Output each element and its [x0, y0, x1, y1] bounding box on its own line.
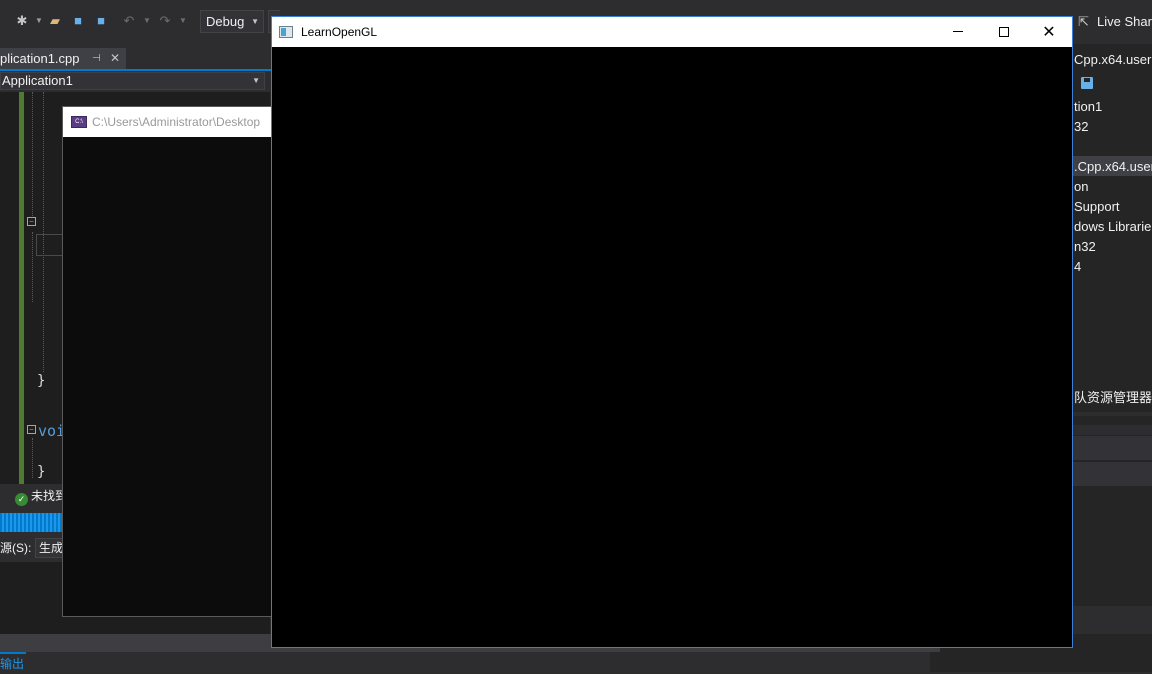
- chevron-down-icon[interactable]: ▼: [35, 16, 43, 25]
- save-icon[interactable]: [1081, 77, 1093, 89]
- tab-team-explorer[interactable]: 队资源管理器: [1074, 387, 1152, 406]
- indent-guide: [32, 232, 33, 302]
- window-title: LearnOpenGL: [301, 25, 378, 39]
- redo-icon[interactable]: ↷: [157, 13, 173, 29]
- chevron-down-icon: ▼: [251, 17, 259, 26]
- explorer-item[interactable]: dows Librarie: [1074, 219, 1151, 234]
- panel-divider: [1072, 412, 1152, 416]
- close-icon[interactable]: ✕: [110, 48, 120, 69]
- solution-config-dropdown[interactable]: Debug ▼: [200, 10, 264, 33]
- active-tab-indicator: [0, 69, 280, 71]
- indent-guide: [32, 438, 33, 478]
- explorer-item[interactable]: 32: [1074, 119, 1088, 134]
- explorer-item[interactable]: tion1: [1074, 99, 1102, 114]
- explorer-item[interactable]: 4: [1074, 259, 1081, 274]
- collapse-icon[interactable]: −: [27, 425, 36, 434]
- properties-row[interactable]: [1072, 462, 1152, 486]
- new-project-icon[interactable]: ✱: [14, 13, 30, 29]
- chevron-down-icon: ▼: [252, 76, 260, 85]
- collapse-icon[interactable]: −: [27, 217, 36, 226]
- indent-guide: [43, 92, 44, 372]
- explorer-item[interactable]: Support: [1074, 199, 1120, 214]
- chevron-down-icon[interactable]: ▼: [143, 16, 151, 25]
- change-tracking-bar: [19, 92, 24, 484]
- console-app-icon: C:\: [71, 116, 87, 128]
- maximize-icon: [999, 27, 1009, 37]
- close-icon: ✕: [1042, 22, 1056, 41]
- maximize-button[interactable]: [981, 17, 1027, 47]
- save-all-icon[interactable]: ■: [93, 13, 109, 29]
- live-share-button[interactable]: ⇱ Live Shar: [1078, 12, 1152, 32]
- minimize-icon: [953, 31, 963, 32]
- output-source-label: 源(S):: [0, 541, 32, 555]
- opengl-titlebar[interactable]: LearnOpenGL ✕: [272, 17, 1072, 47]
- scope-value: Application1: [2, 73, 73, 88]
- solution-config-value: Debug: [206, 14, 245, 29]
- open-folder-icon[interactable]: ▰: [47, 13, 63, 29]
- window-app-icon: [279, 26, 293, 38]
- live-share-label: Live Shar: [1097, 14, 1152, 29]
- close-button[interactable]: ✕: [1026, 17, 1072, 47]
- document-tab[interactable]: plication1.cpp ⊣ ✕: [0, 48, 126, 69]
- panel-footer: [1072, 606, 1152, 634]
- opengl-window[interactable]: LearnOpenGL ✕: [271, 16, 1073, 648]
- minimize-button[interactable]: [935, 17, 981, 47]
- console-titlebar[interactable]: C:\Users\Administrator\Desktop: [63, 107, 276, 137]
- explorer-item[interactable]: on: [1074, 179, 1088, 194]
- render-canvas[interactable]: [272, 47, 1072, 647]
- pin-icon[interactable]: ⊣: [92, 48, 101, 69]
- explorer-item[interactable]: n32: [1074, 239, 1096, 254]
- closing-brace: }: [37, 373, 46, 389]
- save-icon[interactable]: ■: [70, 13, 86, 29]
- chevron-down-icon[interactable]: ▼: [179, 16, 187, 25]
- closing-brace: }: [37, 464, 46, 480]
- console-title: C:\Users\Administrator\Desktop: [92, 115, 261, 129]
- properties-header: [1072, 425, 1152, 435]
- undo-icon[interactable]: ↶: [121, 13, 137, 29]
- tab-output[interactable]: 输出: [0, 652, 26, 672]
- indent-guide: [32, 92, 33, 220]
- properties-row[interactable]: [1072, 436, 1152, 460]
- scope-dropdown[interactable]: Application1 ▼: [0, 72, 265, 90]
- document-tab-label: plication1.cpp: [0, 51, 80, 66]
- explorer-item[interactable]: Cpp.x64.user: [1074, 52, 1151, 67]
- console-window[interactable]: C:\Users\Administrator\Desktop C:\: [62, 106, 277, 617]
- explorer-item[interactable]: .Cpp.x64.user: [1074, 159, 1152, 174]
- share-icon: ⇱: [1078, 14, 1089, 29]
- check-circle-icon: ✓: [15, 493, 28, 506]
